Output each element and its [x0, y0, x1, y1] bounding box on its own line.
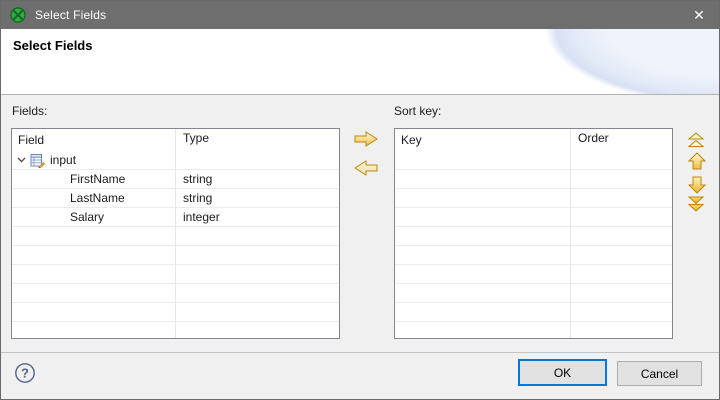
table-row-empty[interactable]: [395, 208, 672, 227]
table-row-empty[interactable]: [395, 170, 672, 189]
ok-button[interactable]: OK: [518, 359, 607, 386]
table-row-empty[interactable]: [12, 322, 339, 339]
title-bar: Select Fields ✕: [1, 1, 719, 29]
table-cell: [12, 322, 176, 339]
fields-table-header: Field Type: [12, 129, 339, 151]
field-name: FirstName: [12, 170, 176, 188]
chevron-down-icon[interactable]: [17, 157, 26, 163]
field-type: integer: [176, 208, 339, 226]
table-cell: [12, 227, 176, 245]
table-cell: [395, 170, 571, 188]
table-cell: [571, 151, 672, 169]
fields-table: Field Type input: [11, 128, 340, 339]
table-cell: [395, 189, 571, 207]
table-cell: [12, 265, 176, 283]
move-left-icon[interactable]: [353, 159, 379, 177]
table-row-empty[interactable]: [395, 246, 672, 265]
table-row-empty[interactable]: [12, 303, 339, 322]
button-bar: ? OK Cancel: [1, 352, 719, 399]
table-row-empty[interactable]: [395, 189, 672, 208]
move-bottom-icon[interactable]: [687, 196, 705, 212]
cancel-button[interactable]: Cancel: [617, 361, 702, 386]
record-metadata-icon: [29, 153, 45, 168]
fields-label: Fields:: [12, 104, 47, 118]
table-cell: [395, 322, 571, 339]
sort-empty-rows: [395, 151, 672, 339]
sort-key-table: Key Order: [394, 128, 673, 339]
table-cell: [12, 284, 176, 302]
table-row-empty[interactable]: [395, 284, 672, 303]
dialog-header: Select Fields: [1, 29, 719, 95]
window-title: Select Fields: [35, 8, 679, 22]
table-row-empty[interactable]: [395, 322, 672, 339]
select-fields-dialog: Select Fields ✕ Select Fields Fields: So…: [0, 0, 720, 400]
table-row-firstname[interactable]: FirstName string: [12, 170, 339, 189]
table-cell: [395, 246, 571, 264]
table-cell: [571, 284, 672, 302]
table-cell: [12, 303, 176, 321]
table-row-empty[interactable]: [395, 303, 672, 322]
table-row-input[interactable]: input: [12, 151, 339, 170]
table-cell: [395, 303, 571, 321]
table-cell: [176, 246, 339, 264]
fields-empty-rows: [12, 227, 339, 339]
field-type: string: [176, 189, 339, 207]
app-icon: [10, 7, 26, 23]
move-right-icon[interactable]: [353, 130, 379, 148]
table-cell: [176, 227, 339, 245]
table-row-lastname[interactable]: LastName string: [12, 189, 339, 208]
tree-node[interactable]: input: [12, 151, 176, 169]
header-gradient-decoration: [489, 29, 719, 94]
table-cell: [395, 208, 571, 226]
table-cell: [176, 284, 339, 302]
field-name: LastName: [12, 189, 176, 207]
column-header-field[interactable]: Field: [12, 129, 176, 151]
field-name: Salary: [12, 208, 176, 226]
move-down-icon[interactable]: [688, 176, 706, 194]
svg-text:?: ?: [21, 366, 29, 381]
move-top-icon[interactable]: [687, 132, 705, 148]
table-row-salary[interactable]: Salary integer: [12, 208, 339, 227]
table-cell: [176, 322, 339, 339]
table-row-empty[interactable]: [395, 265, 672, 284]
field-type: string: [176, 170, 339, 188]
table-cell: [571, 265, 672, 283]
table-cell: [395, 227, 571, 245]
table-cell: [571, 208, 672, 226]
column-header-key[interactable]: Key: [395, 129, 571, 151]
field-type: [176, 151, 339, 169]
column-header-order[interactable]: Order: [571, 129, 672, 151]
table-row-empty[interactable]: [12, 227, 339, 246]
table-row-empty[interactable]: [395, 227, 672, 246]
table-cell: [571, 189, 672, 207]
sort-table-header: Key Order: [395, 129, 672, 151]
table-cell: [395, 151, 571, 169]
close-icon[interactable]: ✕: [679, 1, 719, 29]
move-up-icon[interactable]: [688, 152, 706, 170]
table-cell: [395, 265, 571, 283]
help-icon[interactable]: ?: [14, 362, 36, 384]
page-title: Select Fields: [13, 38, 92, 53]
table-row-empty[interactable]: [12, 284, 339, 303]
sort-key-label: Sort key:: [394, 104, 441, 118]
table-cell: [571, 246, 672, 264]
table-cell: [12, 246, 176, 264]
column-header-type[interactable]: Type: [176, 129, 339, 151]
table-row-empty[interactable]: [12, 265, 339, 284]
table-cell: [571, 170, 672, 188]
table-row-empty[interactable]: [12, 246, 339, 265]
table-cell: [176, 265, 339, 283]
table-cell: [571, 227, 672, 245]
table-cell: [176, 303, 339, 321]
table-row-empty[interactable]: [395, 151, 672, 170]
table-cell: [571, 322, 672, 339]
table-cell: [571, 303, 672, 321]
table-cell: [395, 284, 571, 302]
field-name: input: [50, 153, 76, 167]
